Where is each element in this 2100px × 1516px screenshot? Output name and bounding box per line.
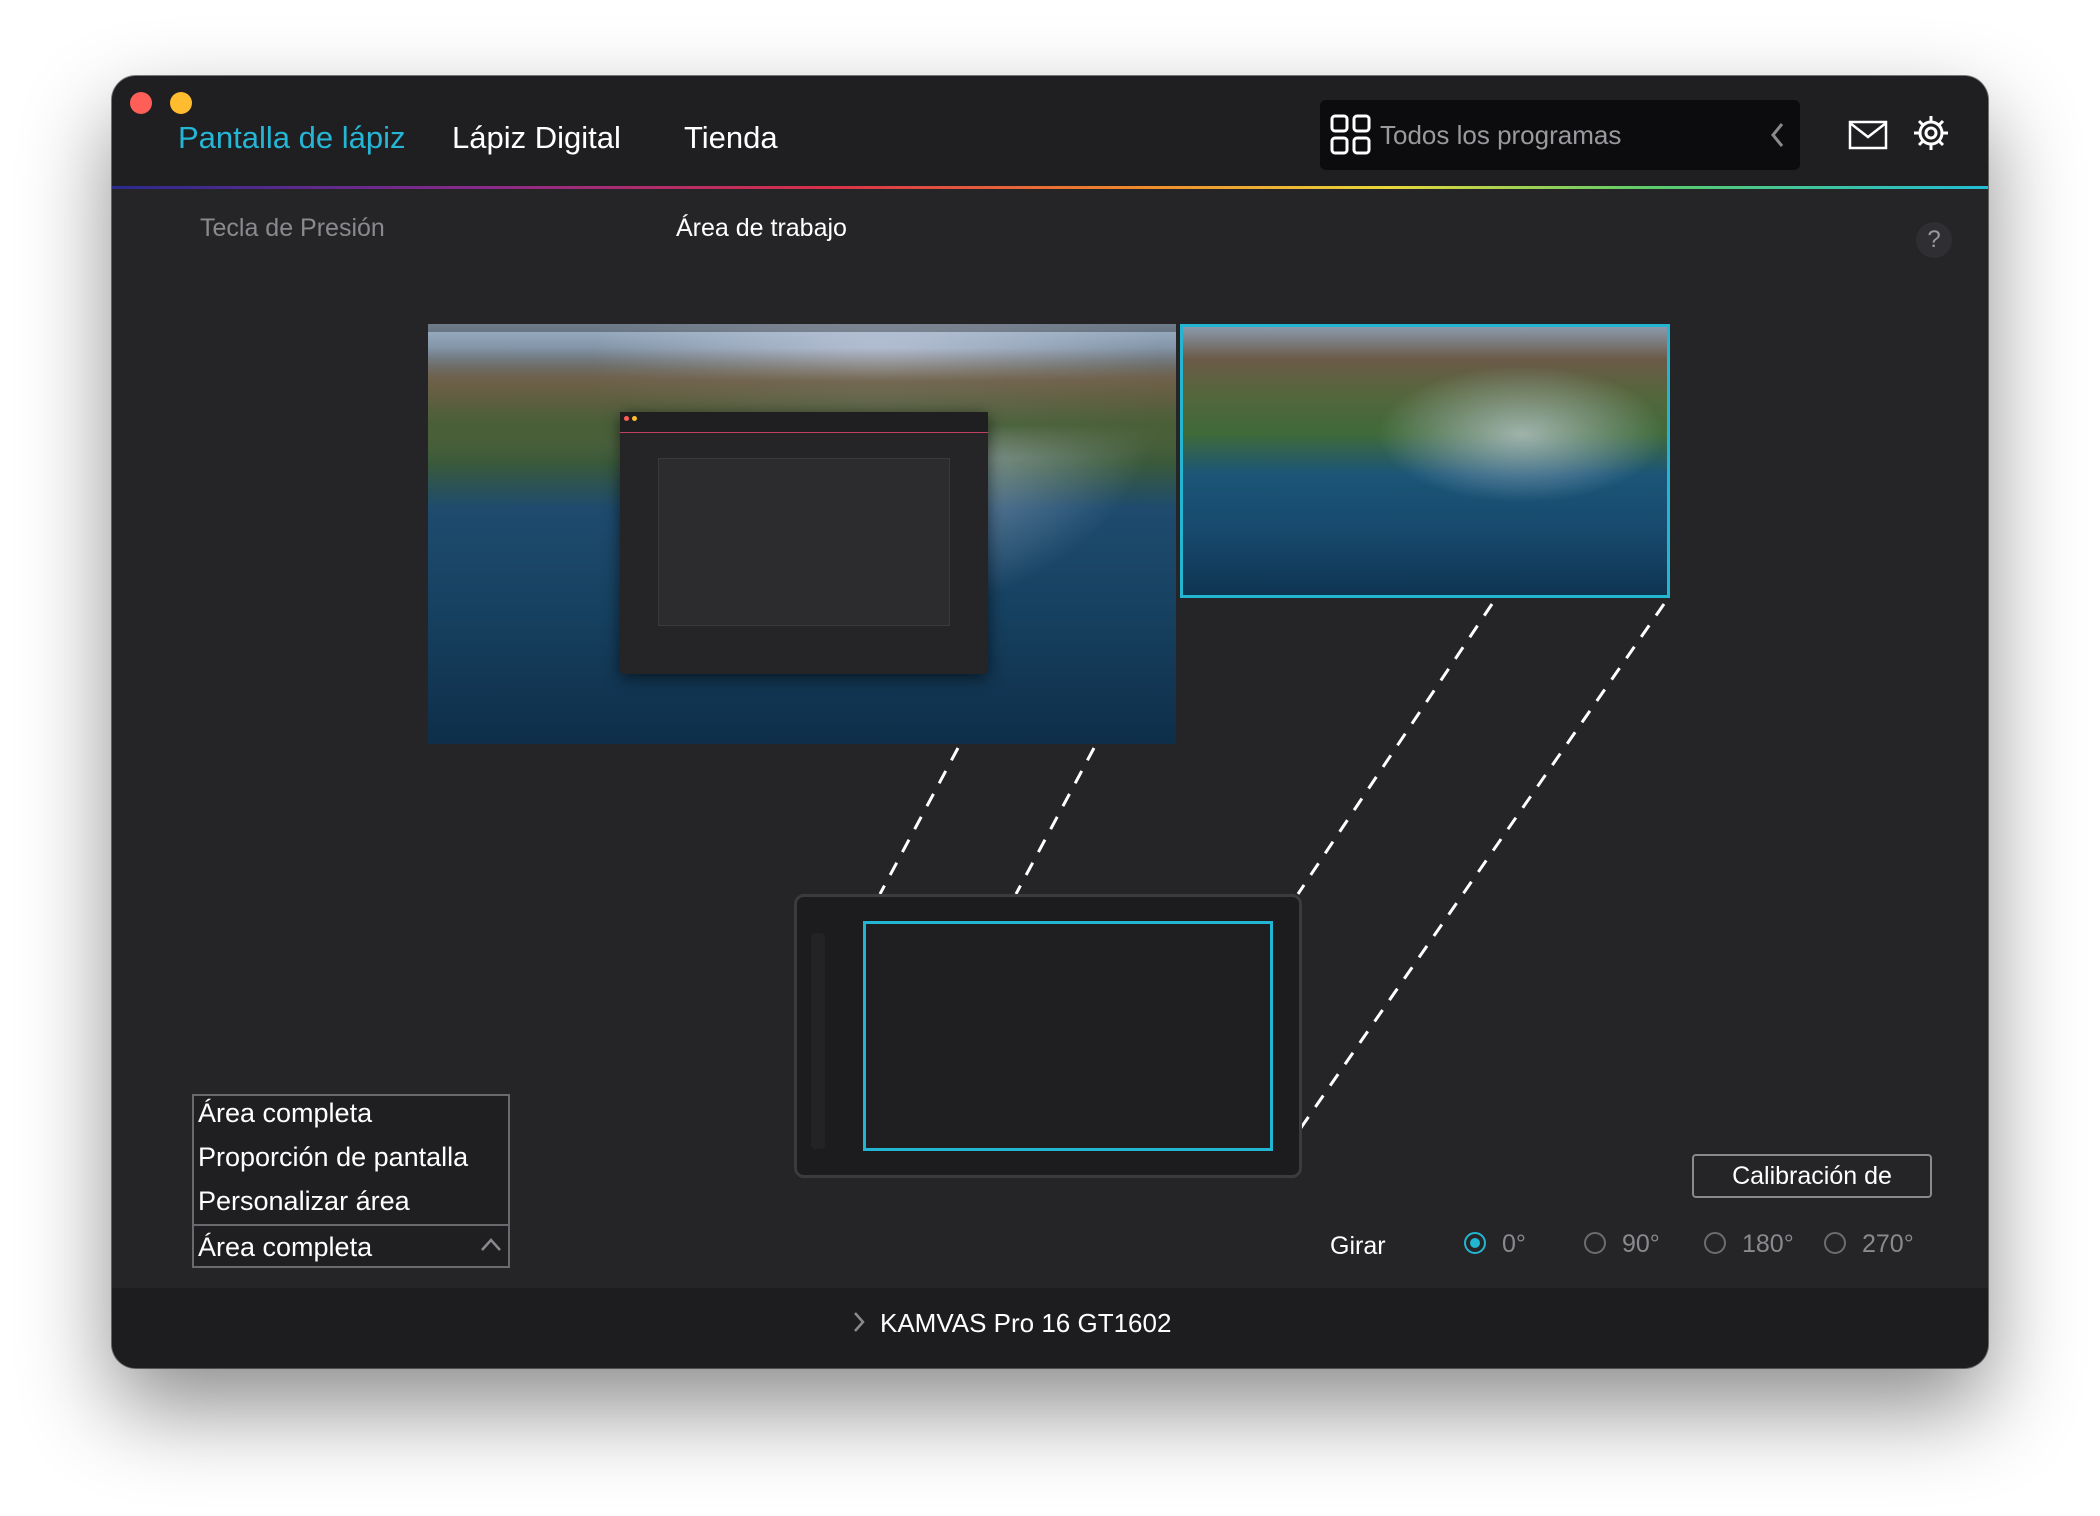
chevron-up-icon (481, 1238, 501, 1251)
grid-icon (1330, 114, 1371, 155)
minimize-window-button[interactable] (170, 92, 192, 114)
radio-unchecked-icon (1584, 1232, 1606, 1254)
secondary-monitor-preview[interactable] (1180, 324, 1670, 598)
app-window: Pantalla de lápiz Lápiz Digital Tienda T… (112, 76, 1988, 1368)
mail-icon[interactable] (1848, 120, 1888, 150)
chevron-left-icon[interactable] (1768, 120, 1788, 150)
preview-menu-bar (428, 324, 1176, 332)
tablet-active-area[interactable] (863, 921, 1273, 1151)
rotate-label: Girar (1330, 1232, 1386, 1260)
close-window-button[interactable] (130, 92, 152, 114)
rotate-option-label: 0° (1502, 1230, 1526, 1258)
subtab-area-de-trabajo[interactable]: Área de trabajo (676, 214, 847, 243)
preview-close-dot (624, 416, 629, 421)
area-mode-options: Área completa Proporción de pantalla Per… (192, 1094, 510, 1226)
program-selector[interactable]: Todos los programas (1320, 100, 1800, 170)
tab-tienda[interactable]: Tienda (684, 120, 778, 156)
tab-lapiz-digital[interactable]: Lápiz Digital (452, 120, 621, 156)
preview-minimize-dot (632, 416, 637, 421)
help-icon[interactable]: ? (1916, 222, 1952, 258)
program-selector-label: Todos los programas (1380, 120, 1622, 150)
title-bar: Pantalla de lápiz Lápiz Digital Tienda T… (112, 76, 1988, 186)
preview-title-bar (620, 412, 988, 433)
primary-monitor-preview[interactable] (428, 324, 1176, 744)
device-name: KAMVAS Pro 16 GT1602 (880, 1308, 1172, 1338)
tablet-preview (794, 894, 1302, 1178)
area-mode-select[interactable]: Área completa (192, 1224, 510, 1268)
header-divider (112, 186, 1988, 189)
preview-panel (658, 458, 950, 626)
preview-app-window (620, 412, 988, 674)
option-personalizar-area[interactable]: Personalizar área (198, 1186, 410, 1217)
radio-unchecked-icon (1824, 1232, 1846, 1254)
rotate-option-label: 270° (1862, 1230, 1914, 1258)
tablet-express-keys (811, 933, 825, 1149)
gear-icon[interactable] (1912, 114, 1950, 152)
rotate-option-label: 90° (1622, 1230, 1660, 1258)
option-proporcion-de-pantalla[interactable]: Proporción de pantalla (198, 1142, 468, 1173)
radio-checked-icon (1464, 1232, 1486, 1254)
option-area-completa[interactable]: Área completa (198, 1098, 372, 1129)
area-mode-selected-value: Área completa (198, 1232, 373, 1262)
rotate-option-label: 180° (1742, 1230, 1794, 1258)
subtab-tecla-de-presion[interactable]: Tecla de Presión (200, 214, 385, 243)
radio-unchecked-icon (1704, 1232, 1726, 1254)
device-bar[interactable]: KAMVAS Pro 16 GT1602 (112, 1288, 1988, 1368)
calibration-button[interactable]: Calibración de (1692, 1154, 1932, 1198)
chevron-right-icon (854, 1312, 865, 1332)
tab-pantalla-de-lapiz[interactable]: Pantalla de lápiz (178, 120, 406, 156)
